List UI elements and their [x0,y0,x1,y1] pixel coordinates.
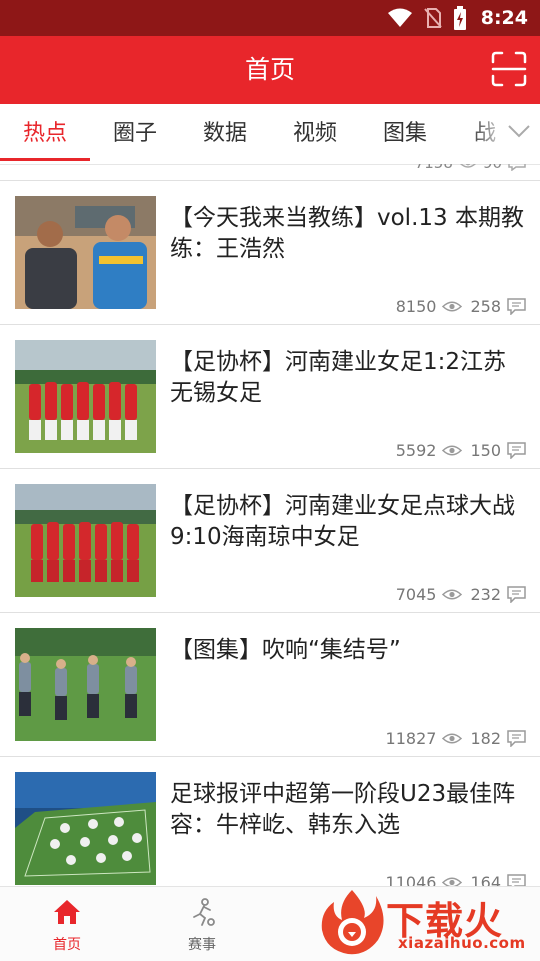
home-icon [54,900,80,924]
view-count: 7158 [415,164,453,172]
soccer-player-icon [193,898,215,926]
tab-circle[interactable]: 圈子 [90,104,180,164]
thumbnail-team-photo [15,484,156,597]
comment-count: 182 [470,729,501,748]
eye-icon [442,589,463,600]
active-tab-indicator [0,158,90,161]
view-count: 8150 [395,297,437,316]
tab-video[interactable]: 视频 [270,104,360,164]
view-count: 5592 [395,441,437,460]
item-meta: 11827 182 [386,729,526,748]
list-item[interactable]: 【足协杯】河南建业女足点球大战9:10海南琼中女足 7045 232 [0,469,540,613]
nav-label: 首页 [53,937,81,953]
comment-count: 150 [470,441,501,460]
status-icons: 8:24 [387,0,528,36]
nav-item-home[interactable]: 首页 [17,887,117,961]
item-title: 【今天我来当教练】vol.13 本期教练：王浩然 [170,205,524,262]
nav-item-matches[interactable]: 赛事 [152,887,252,961]
list-item-partial[interactable]: 7158 90 [0,164,540,181]
item-title: 【图集】吹响“集结号” [170,637,401,663]
watermark-url: xiazaihuo.com [398,934,526,952]
app-header: 首页 [0,36,540,104]
tab-hot[interactable]: 热点 [0,104,90,164]
list-item[interactable]: 【图集】吹响“集结号” 11827 182 [0,613,540,757]
thumbnail-training [15,628,156,741]
no-sim-icon [423,8,442,28]
eye-icon [442,733,463,744]
scan-icon [491,51,527,87]
watermark-logo: 下载火 xiazaihuo.com [316,884,540,960]
comment-icon [507,730,526,747]
item-title: 【足协杯】河南建业女足点球大战9:10海南琼中女足 [170,493,515,550]
list-item[interactable]: 足球报评中超第一阶段U23最佳阵容：牛梓屹、韩东入选 11046 164 [0,757,540,886]
comment-count: 90 [483,164,502,172]
item-meta: 7045 232 [396,585,526,604]
nav-label: 赛事 [188,937,216,953]
chevron-down-icon[interactable] [508,124,530,138]
list-item[interactable]: 【今天我来当教练】vol.13 本期教练：王浩然 8150 258 [0,181,540,325]
eye-icon [442,301,463,312]
tab-data[interactable]: 数据 [180,104,270,164]
scan-button[interactable] [490,50,528,88]
page-title: 首页 [244,55,295,84]
comment-icon [508,164,526,171]
list-item[interactable]: 【足协杯】河南建业女足1:2江苏无锡女足 5592 150 [0,325,540,469]
item-meta: 7158 90 [415,164,526,172]
category-tabs: 热点 圈子 数据 视频 图集 战 [0,104,540,165]
battery-charging-icon [453,6,466,30]
status-time: 8:24 [480,7,528,29]
wifi-icon [387,8,412,27]
status-bar: 8:24 [0,0,540,36]
tab-gallery[interactable]: 图集 [360,104,450,164]
view-count: 7045 [395,585,437,604]
thumbnail-lineup [15,772,156,885]
item-meta: 8150 258 [396,297,526,316]
eye-icon [459,164,476,168]
comment-count: 232 [470,585,501,604]
comment-icon [507,586,526,603]
thumbnail-team-photo [15,340,156,453]
comment-count: 258 [470,297,501,316]
comment-icon [507,442,526,459]
item-meta: 5592 150 [396,441,526,460]
item-title: 足球报评中超第一阶段U23最佳阵容：牛梓屹、韩东入选 [170,781,516,838]
comment-icon [507,298,526,315]
thumbnail-coach [15,196,156,309]
news-feed: 7158 90 【今天我来当教练】vol.13 本期教练：王浩然 8150 25… [0,164,540,886]
eye-icon [442,445,463,456]
view-count: 11827 [385,729,437,748]
item-title: 【足协杯】河南建业女足1:2江苏无锡女足 [170,349,507,406]
